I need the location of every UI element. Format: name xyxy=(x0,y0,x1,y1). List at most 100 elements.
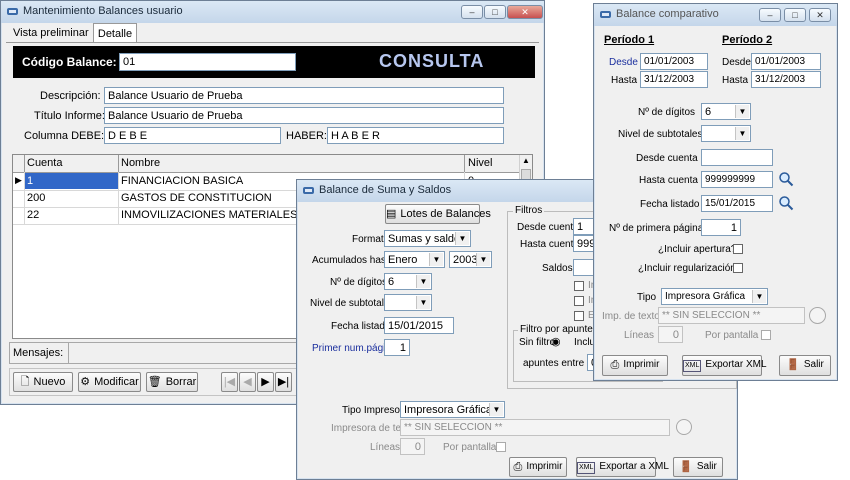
salir-button[interactable]: 🚪 Salir xyxy=(673,457,723,477)
p1-hasta-input[interactable]: 31/12/2003 xyxy=(640,71,708,88)
comp-por-pantalla-checkbox[interactable] xyxy=(761,330,771,340)
search-icon[interactable] xyxy=(778,171,794,187)
col-nombre[interactable]: Nombre xyxy=(121,157,160,169)
p1-desde-input[interactable]: 01/01/2003 xyxy=(640,53,708,70)
titulo-input[interactable]: Balance Usuario de Prueba xyxy=(104,107,504,124)
comp-hasta-cuenta-input[interactable]: 999999999 xyxy=(701,171,773,188)
comp-subtotales-label: Nivel de subtotales xyxy=(618,129,703,140)
debe-input[interactable]: D E B E xyxy=(104,127,281,144)
col-nivel[interactable]: Nivel xyxy=(468,157,492,169)
descripcion-label: Descripción: xyxy=(40,90,101,102)
p2-desde-input[interactable]: 01/01/2003 xyxy=(751,53,821,70)
p2-desde-label: Desde xyxy=(722,57,751,68)
minimize-button[interactable]: – xyxy=(759,8,781,22)
filtro-checkbox-3[interactable] xyxy=(574,311,584,321)
comp-fecha-input[interactable]: 15/01/2015 xyxy=(701,195,773,212)
primera-pagina-input[interactable]: 1 xyxy=(701,219,741,236)
digitos-label: Nº de dígitos xyxy=(330,277,388,288)
formato-select[interactable]: Sumas y saldos ▼ xyxy=(384,230,471,247)
minimize-button[interactable]: – xyxy=(461,5,483,19)
imprimir-button[interactable]: ⎙ Imprimir xyxy=(509,457,567,477)
p2-hasta-input[interactable]: 31/12/2003 xyxy=(751,71,821,88)
modificar-button[interactable]: ⚙ Modificar xyxy=(78,372,141,392)
comp-imp-texto-browse-button[interactable] xyxy=(809,307,826,324)
next-record-button[interactable]: ▶ xyxy=(257,372,274,392)
periodo1-label: Período 1 xyxy=(604,34,655,46)
printer-icon: ⎙ xyxy=(513,461,523,473)
app-icon xyxy=(7,8,18,15)
lineas-input[interactable]: 0 xyxy=(400,438,425,455)
xml-icon: XML xyxy=(683,360,702,372)
imp-texto-input[interactable]: ** SIN SELECCION ** xyxy=(400,419,670,436)
xml-icon: XML xyxy=(577,462,596,474)
search-icon[interactable] xyxy=(778,195,794,211)
first-record-button[interactable]: |◀ xyxy=(221,372,238,392)
p1-desde-label[interactable]: Desde xyxy=(609,57,638,68)
haber-input[interactable]: H A B E R xyxy=(327,127,504,144)
anio-select[interactable]: 2003 ▼ xyxy=(449,251,492,268)
filtro-checkbox-1[interactable] xyxy=(574,281,584,291)
trash-icon: 🗑 xyxy=(147,376,162,388)
comp-hasta-cuenta-label: Hasta cuenta xyxy=(639,175,698,186)
comp-fecha-label: Fecha listado xyxy=(640,199,700,210)
tab-vista-preliminar[interactable]: Vista preliminar xyxy=(13,27,89,39)
codigo-label: Código Balance: xyxy=(22,55,117,69)
tab-detalle[interactable]: Detalle xyxy=(93,23,137,43)
comp-imp-texto-input[interactable]: ** SIN SELECCION ** xyxy=(658,307,805,324)
titulo-label: Título Informe: xyxy=(34,110,105,122)
close-button[interactable]: ✕ xyxy=(507,5,543,19)
comp-digitos-select[interactable]: 6 ▼ xyxy=(701,103,751,120)
main-titlebar[interactable]: Mantenimiento Balances usuario – □ ✕ xyxy=(1,1,544,23)
fecha-label: Fecha listado xyxy=(331,321,391,332)
por-pantalla-label: Por pantalla xyxy=(443,442,497,453)
row-indicator-icon: ▶ xyxy=(15,175,22,185)
chevron-down-icon: ▼ xyxy=(735,105,749,118)
incluir-regularizacion-checkbox[interactable] xyxy=(733,263,743,273)
maximize-button[interactable]: □ xyxy=(484,5,506,19)
imp-texto-browse-button[interactable] xyxy=(676,419,692,435)
cell-nombre: INMOVILIZACIONES MATERIALES xyxy=(121,209,298,221)
chevron-down-icon: ▼ xyxy=(489,403,503,416)
comp-lineas-label: Líneas xyxy=(624,330,655,341)
descripcion-input[interactable]: Balance Usuario de Prueba xyxy=(104,87,504,104)
borrar-button[interactable]: 🗑 Borrar xyxy=(146,372,198,392)
col-cuenta[interactable]: Cuenta xyxy=(27,157,62,169)
maximize-button[interactable]: □ xyxy=(784,8,806,22)
sin-filtro-radio[interactable]: ◉ xyxy=(551,335,561,348)
periodo2-label: Período 2 xyxy=(722,34,773,46)
prev-record-button[interactable]: ◀ xyxy=(239,372,256,392)
tipo-impresora-label: Tipo Impresora xyxy=(342,405,409,416)
subtotales-select[interactable]: ▼ xyxy=(384,294,432,311)
tipo-label: Tipo xyxy=(637,292,657,303)
comp-salir-button[interactable]: 🚪 Salir xyxy=(779,355,831,376)
comp-lineas-input[interactable]: 0 xyxy=(658,326,683,343)
acumulados-label: Acumulados hasta xyxy=(312,255,395,266)
digitos-select[interactable]: 6 ▼ xyxy=(384,273,432,290)
scroll-up-icon[interactable]: ▲ xyxy=(522,156,530,165)
por-pantalla-checkbox[interactable] xyxy=(496,442,506,452)
comp-digitos-label: Nº de dígitos xyxy=(638,107,696,118)
grid-header: Cuenta Nombre Nivel xyxy=(13,155,521,173)
apuntes-entre-label: apuntes entre el xyxy=(523,358,595,369)
exit-door-icon: 🚪 xyxy=(679,461,693,473)
primer-pagina-input[interactable]: 1 xyxy=(384,339,410,356)
nuevo-button[interactable]: 🗋 Nuevo xyxy=(13,372,73,392)
close-button[interactable]: ✕ xyxy=(809,8,831,22)
comparativo-titlebar[interactable]: Balance comparativo – □ ✕ xyxy=(594,4,837,26)
comp-desde-cuenta-input[interactable] xyxy=(701,149,773,166)
comp-exportar-xml-button[interactable]: XML Exportar XML xyxy=(682,355,767,376)
incluir-apertura-checkbox[interactable] xyxy=(733,244,743,254)
lotes-balances-button[interactable]: ▤ Lotes de Balances xyxy=(385,204,491,224)
comp-imprimir-button[interactable]: ⎙ Imprimir xyxy=(602,355,668,376)
fecha-input[interactable]: 15/01/2015 xyxy=(384,317,454,334)
comp-subtotales-select[interactable]: ▼ xyxy=(701,125,751,142)
cell-nombre: FINANCIACION BASICA xyxy=(121,175,244,187)
incluir-regularizacion-label: ¿Incluir regularización? xyxy=(638,263,742,274)
tipo-select[interactable]: Impresora Gráfica ▼ xyxy=(661,288,768,305)
mes-select[interactable]: Enero ▼ xyxy=(384,251,445,268)
exportar-xml-button[interactable]: XML Exportar a XML xyxy=(576,457,669,477)
codigo-input[interactable]: 01 xyxy=(119,53,296,71)
filtro-checkbox-2[interactable] xyxy=(574,296,584,306)
tipo-impresora-select[interactable]: Impresora Gráfica ▼ xyxy=(400,401,505,418)
last-record-button[interactable]: ▶| xyxy=(275,372,292,392)
